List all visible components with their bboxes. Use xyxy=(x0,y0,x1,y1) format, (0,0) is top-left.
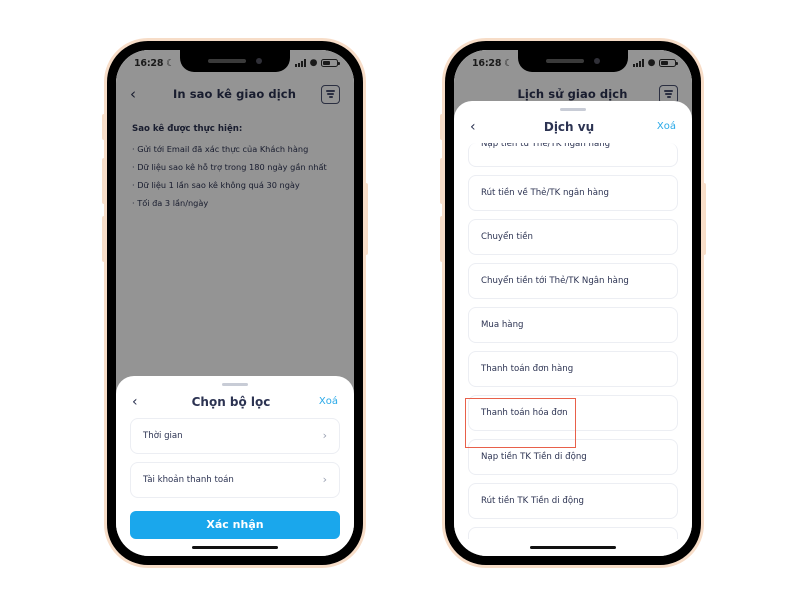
filter-row-account[interactable]: Tài khoản thanh toán › xyxy=(130,461,340,498)
statement-bullet: · Tối đa 3 lần/ngày xyxy=(132,197,209,208)
statement-bullet: · Dữ liệu sao kê hỗ trợ trong 180 ngày g… xyxy=(132,161,327,172)
chevron-right-icon: › xyxy=(322,473,327,487)
service-rows-list[interactable]: Nạp tiền từ Thẻ/TK ngân hàng Rút tiền về… xyxy=(454,142,692,539)
page-title: Lịch sử giao dịch xyxy=(517,87,628,101)
battery-icon xyxy=(321,58,340,68)
status-indicators-group: ● xyxy=(295,58,340,68)
phone-notch-left xyxy=(180,50,290,72)
service-row[interactable]: Nạp tiền TK Tiền di động xyxy=(468,438,678,475)
sheet-title: Dịch vụ xyxy=(543,119,595,134)
cellular-signal-icon xyxy=(633,59,645,67)
list-filter-icon[interactable] xyxy=(321,84,340,104)
page-title: In sao kê giao dịch xyxy=(172,87,297,101)
service-row-label: Rút tiền về Thẻ/TK ngân hàng xyxy=(481,187,609,198)
power-button[interactable] xyxy=(702,183,706,255)
volume-down-button[interactable] xyxy=(440,216,444,262)
phone-bezel-left: 16:28 ☾ ● ‹ In sao kê giao dịch Sao kê đ… xyxy=(107,41,363,565)
silent-switch[interactable] xyxy=(102,114,106,140)
service-row[interactable]: Thanh toán đơn hàng xyxy=(468,350,678,387)
front-camera xyxy=(594,58,600,64)
phone-screen-right: 16:28 ☾ ● Lịch sử giao dịch ‹ Dịch vụ Xo… xyxy=(454,50,692,556)
wifi-icon: ● xyxy=(647,58,656,68)
sheet-back-icon[interactable]: ‹ xyxy=(132,395,154,409)
statement-bullet: · Gửi tới Email đã xác thực của Khách hà… xyxy=(132,144,309,154)
volume-down-button[interactable] xyxy=(102,216,106,262)
sheet-title: Chọn bộ lọc xyxy=(191,394,271,409)
phone-notch-right xyxy=(518,50,628,72)
crescent-moon-icon: ☾ xyxy=(504,57,513,69)
phone-bezel-right: 16:28 ☾ ● Lịch sử giao dịch ‹ Dịch vụ Xo… xyxy=(445,41,701,565)
service-bottom-sheet: ‹ Dịch vụ Xoá Nạp tiền từ Thẻ/TK ngân hà… xyxy=(454,101,692,556)
service-row-label: Chuyển tiền tới Thẻ/TK Ngân hàng xyxy=(481,275,629,286)
home-indicator-wrap-right xyxy=(454,539,692,556)
statement-bullet: · Dữ liệu 1 lần sao kê không quá 30 ngày xyxy=(132,179,300,190)
home-indicator[interactable] xyxy=(530,545,616,549)
confirm-button[interactable]: Xác nhận xyxy=(130,510,340,539)
clear-filters-button[interactable]: Xoá xyxy=(646,121,676,132)
navbar-left: ‹ In sao kê giao dịch xyxy=(116,76,354,112)
filter-row-label: Thời gian xyxy=(143,430,183,441)
clear-filters-button[interactable]: Xoá xyxy=(308,396,338,407)
service-row-label: Rút tiền TK Tiền di động xyxy=(481,495,584,506)
phone-left: 16:28 ☾ ● ‹ In sao kê giao dịch Sao kê đ… xyxy=(102,38,368,568)
volume-up-button[interactable] xyxy=(440,158,444,204)
wifi-icon: ● xyxy=(309,58,318,68)
sheet-header-left: ‹ Chọn bộ lọc Xoá xyxy=(116,386,354,418)
sheet-back-icon[interactable]: ‹ xyxy=(470,120,492,134)
status-indicators-group: ● xyxy=(633,58,678,68)
phone-screen-left: 16:28 ☾ ● ‹ In sao kê giao dịch Sao kê đ… xyxy=(116,50,354,556)
service-row-thanh-toan-hoa-don[interactable]: Thanh toán hóa đơn xyxy=(468,394,678,431)
battery-icon xyxy=(659,58,678,68)
filter-row-label: Tài khoản thanh toán xyxy=(143,474,234,485)
phone-right: 16:28 ☾ ● Lịch sử giao dịch ‹ Dịch vụ Xo… xyxy=(440,38,706,568)
service-row-label: Mua hàng xyxy=(481,319,524,330)
status-time-group: 16:28 ☾ xyxy=(472,58,513,69)
service-row-label: Chuyển tiền xyxy=(481,231,533,242)
sheet-grabber-wrap xyxy=(116,376,354,386)
status-time: 16:28 xyxy=(134,57,164,69)
home-indicator[interactable] xyxy=(192,545,278,549)
silent-switch[interactable] xyxy=(440,114,444,140)
status-time-group: 16:28 ☾ xyxy=(134,58,175,69)
sheet-grabber-wrap xyxy=(454,101,692,111)
service-row[interactable]: Rút tiền về Thẻ/TK ngân hàng xyxy=(468,174,678,211)
front-camera xyxy=(256,58,262,64)
service-row[interactable]: Chuyển tiền qua VietQR. xyxy=(468,526,678,539)
home-indicator-wrap-left xyxy=(116,539,354,556)
filter-bottom-sheet: ‹ Chọn bộ lọc Xoá Thời gian › Tài khoản … xyxy=(116,376,354,556)
sheet-header-right: ‹ Dịch vụ Xoá xyxy=(454,111,692,143)
cellular-signal-icon xyxy=(295,59,307,67)
power-button[interactable] xyxy=(364,183,368,255)
status-time: 16:28 xyxy=(472,57,502,69)
service-row[interactable]: Mua hàng xyxy=(468,306,678,343)
crescent-moon-icon: ☾ xyxy=(166,57,175,69)
service-row[interactable]: Rút tiền TK Tiền di động xyxy=(468,482,678,519)
statement-info-block: Sao kê được thực hiện: · Gửi tới Email đ… xyxy=(116,112,354,208)
service-row[interactable]: Nạp tiền từ Thẻ/TK ngân hàng xyxy=(468,142,678,167)
volume-up-button[interactable] xyxy=(102,158,106,204)
service-row-label: Nạp tiền TK Tiền di động xyxy=(481,451,587,462)
chevron-right-icon: › xyxy=(322,429,327,443)
earpiece-speaker xyxy=(208,59,246,63)
service-row-label: Thanh toán hóa đơn xyxy=(481,407,568,418)
service-row[interactable]: Chuyển tiền xyxy=(468,218,678,255)
filter-row-time[interactable]: Thời gian › xyxy=(130,417,340,454)
service-row-label: Nạp tiền từ Thẻ/TK ngân hàng xyxy=(481,142,611,149)
statement-lead-text: Sao kê được thực hiện: xyxy=(132,124,243,134)
service-row-label: Thanh toán đơn hàng xyxy=(481,363,574,374)
filter-rows-list: Thời gian › Tài khoản thanh toán › xyxy=(116,417,354,509)
service-row[interactable]: Chuyển tiền tới Thẻ/TK Ngân hàng xyxy=(468,262,678,299)
earpiece-speaker xyxy=(546,59,584,63)
back-icon[interactable]: ‹ xyxy=(130,86,148,102)
